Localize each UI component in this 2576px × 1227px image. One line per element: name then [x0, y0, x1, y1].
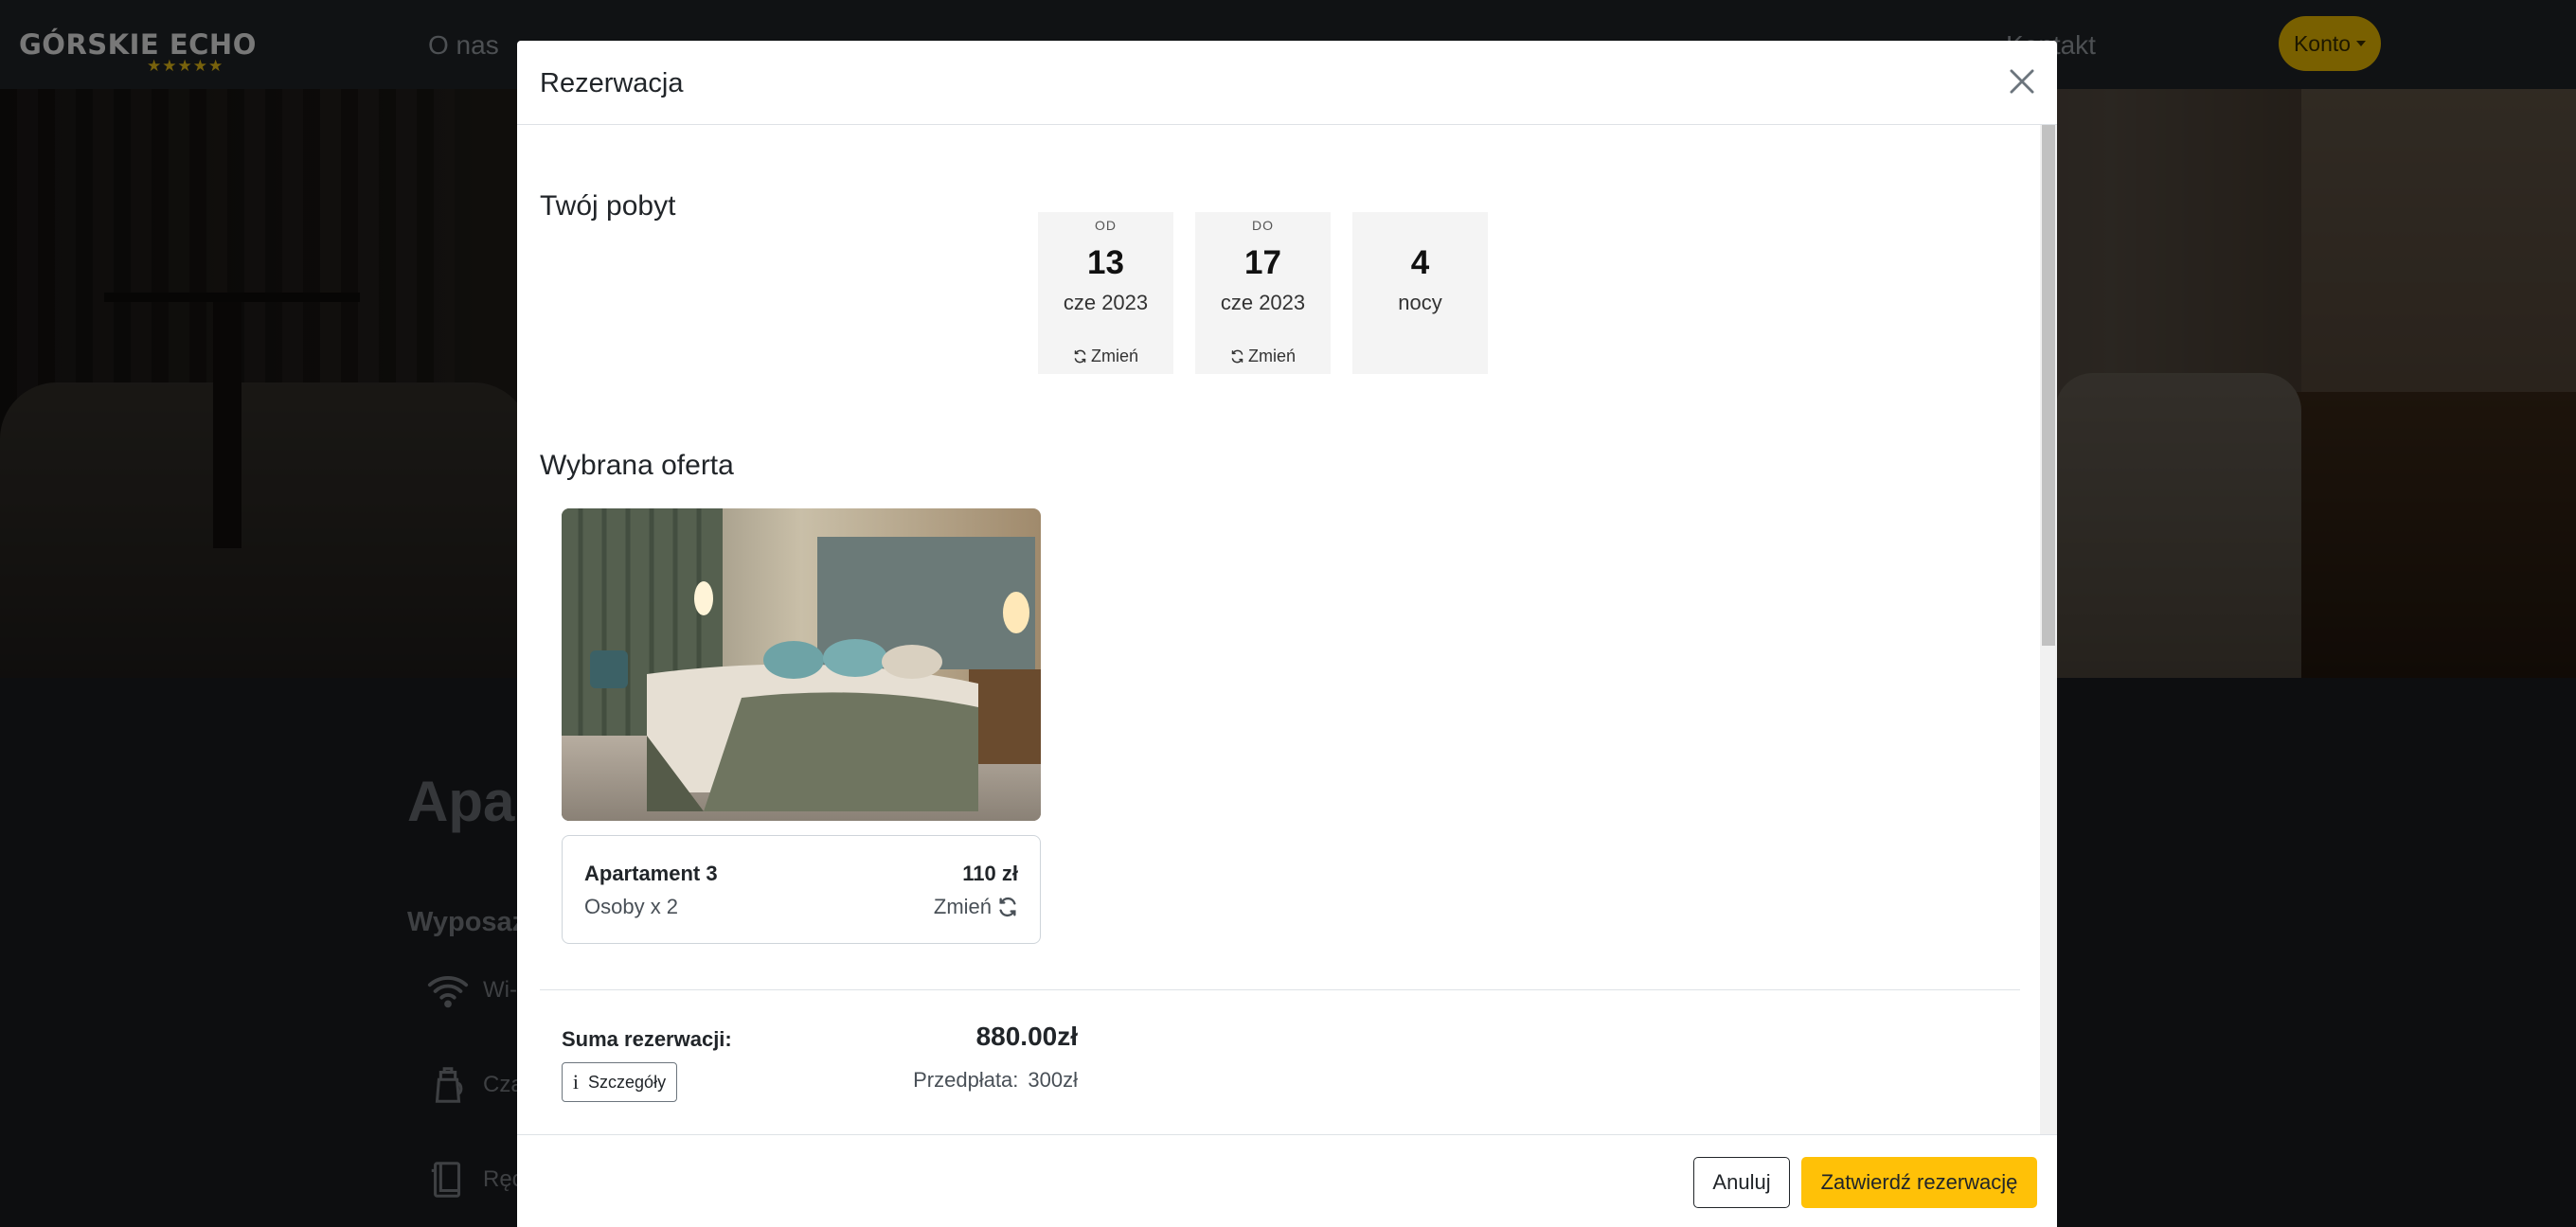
offer-persons: Osoby x 2: [584, 895, 679, 918]
cancel-button[interactable]: Anuluj: [1693, 1157, 1790, 1208]
confirm-reservation-button[interactable]: Zatwierdź rezerwację: [1801, 1157, 2037, 1208]
date-from-card: OD 13 cze 2023 Zmień: [1038, 212, 1173, 374]
modal-scrollbar[interactable]: [2040, 125, 2057, 1134]
date-to-month: cze 2023: [1220, 291, 1306, 314]
refresh-icon: [999, 897, 1016, 917]
date-to-card: DO 17 cze 2023 Zmień: [1195, 212, 1331, 374]
offer-name: Apartament 3: [584, 862, 718, 885]
date-to-day: 17: [1244, 244, 1281, 281]
nights-label: nocy: [1398, 291, 1442, 314]
modal-title: Rezerwacja: [540, 68, 684, 98]
date-from-label: OD: [1095, 218, 1117, 233]
modal-header: Rezerwacja: [517, 41, 2057, 125]
details-label: Szczegóły: [588, 1072, 667, 1092]
divider: [540, 989, 2020, 990]
prepayment-value: 300zł: [1028, 1068, 1078, 1092]
change-to-date-button[interactable]: Zmień: [1195, 347, 1331, 366]
nights-count: 4: [1410, 244, 1430, 281]
date-from-day: 13: [1087, 244, 1124, 281]
refresh-icon: [1074, 349, 1086, 364]
offer-card: Apartament 3 110 zł Osoby x 2 Zmień: [562, 835, 1041, 944]
change-offer-button[interactable]: Zmień: [934, 895, 1018, 919]
offer-price: 110 zł: [962, 862, 1018, 885]
change-from-date-button[interactable]: Zmień: [1038, 347, 1173, 366]
nights-card: 4 nocy: [1352, 212, 1488, 374]
reservation-modal: Rezerwacja Twój pobyt OD 13 cze 2023 Zmi…: [517, 41, 2057, 1227]
refresh-icon: [1231, 349, 1243, 364]
room-photo: [562, 508, 1041, 821]
modal-footer: Anuluj Zatwierdź rezerwację: [517, 1134, 2057, 1227]
change-label: Zmień: [933, 895, 992, 918]
date-to-label: DO: [1252, 218, 1274, 233]
scrollbar-thumb[interactable]: [2042, 125, 2055, 646]
details-button[interactable]: i Szczegóły: [562, 1062, 677, 1102]
change-label: Zmień: [1090, 347, 1138, 365]
summary-total: 880.00zł: [975, 1022, 1078, 1051]
close-icon[interactable]: [2004, 63, 2040, 99]
change-label: Zmień: [1247, 347, 1296, 365]
offer-heading: Wybrana oferta: [540, 450, 734, 481]
summary-label: Suma rezerwacji:: [562, 1027, 732, 1051]
prepayment: Przedpłata: 300zł: [839, 1068, 1078, 1093]
info-icon: i: [572, 1070, 580, 1094]
stay-heading: Twój pobyt: [540, 190, 676, 222]
modal-body: Twój pobyt OD 13 cze 2023 Zmień DO 17 cz…: [517, 125, 2057, 1134]
date-from-month: cze 2023: [1063, 291, 1149, 314]
prepayment-label: Przedpłata:: [913, 1068, 1019, 1092]
